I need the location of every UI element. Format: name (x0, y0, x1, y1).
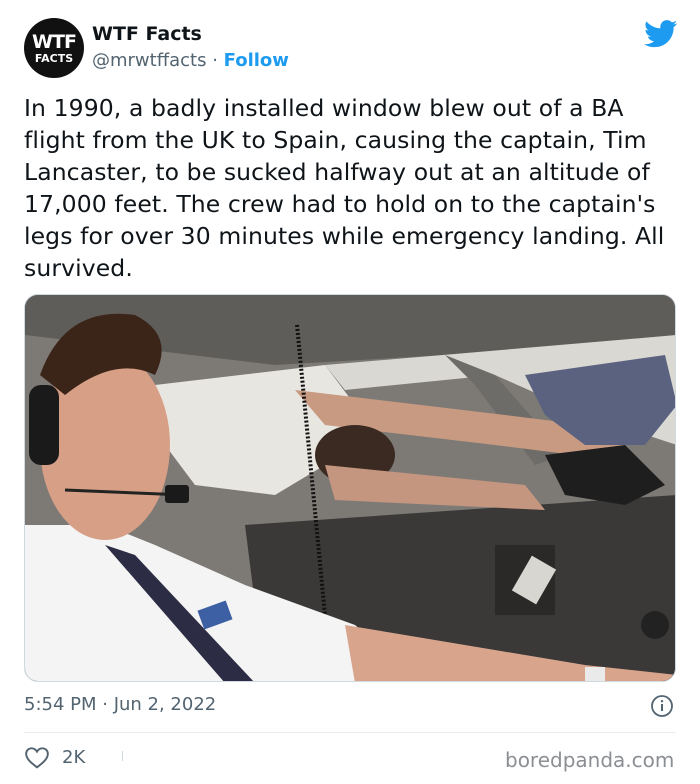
info-icon[interactable] (650, 694, 674, 718)
avatar-text-bottom: FACTS (34, 51, 74, 65)
tweet-card: WTF FACTS WTF Facts @mrwtffacts · Follow… (0, 0, 700, 784)
tweet-timestamp[interactable]: 5:54 PM · Jun 2, 2022 (24, 694, 216, 715)
watermark: boredpanda.com (505, 748, 675, 772)
follow-button[interactable]: Follow (224, 50, 289, 71)
divider (24, 732, 676, 733)
cockpit-photo-illustration (25, 295, 675, 681)
tweet-photo[interactable] (24, 294, 676, 682)
twitter-bird-icon[interactable] (644, 20, 678, 48)
like-action[interactable]: 2K (24, 745, 85, 769)
avatar-text-top: WTF (32, 30, 77, 53)
account-name[interactable]: WTF Facts (92, 23, 202, 45)
heart-icon[interactable] (24, 745, 50, 769)
like-count: 2K (62, 746, 86, 768)
handle-separator: · (206, 50, 224, 71)
account-handle[interactable]: @mrwtffacts (92, 50, 206, 71)
action-separator (122, 751, 123, 761)
handle-row: @mrwtffacts · Follow (92, 50, 289, 71)
avatar[interactable]: WTF FACTS (24, 18, 84, 78)
tweet-text: In 1990, a badly installed window blew o… (24, 94, 665, 282)
